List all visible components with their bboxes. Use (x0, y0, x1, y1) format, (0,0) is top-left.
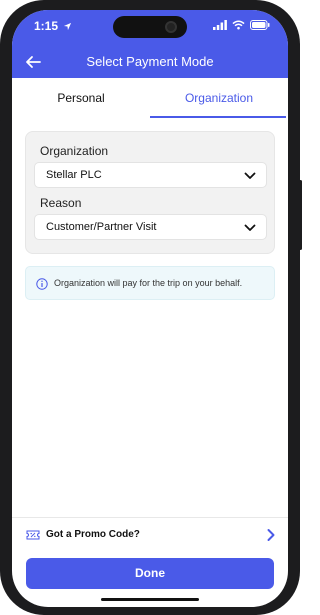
info-icon (36, 278, 48, 290)
screen: 1:15 Select Payment Mode Personal Organi… (12, 10, 288, 607)
organization-value: Stellar PLC (46, 169, 102, 181)
info-text: Organization will pay for the trip on yo… (54, 278, 243, 288)
divider (12, 517, 288, 518)
tab-organization[interactable]: Organization (150, 78, 288, 118)
tab-bar: Personal Organization (12, 78, 288, 118)
reason-select[interactable]: Customer/Partner Visit (34, 214, 267, 240)
info-banner: Organization will pay for the trip on yo… (25, 266, 275, 300)
chevron-down-icon (244, 224, 256, 231)
status-time: 1:15 (34, 19, 72, 33)
promo-code-label: Got a Promo Code? (46, 529, 140, 540)
wifi-icon (232, 20, 245, 30)
done-button[interactable]: Done (26, 558, 274, 589)
reason-label: Reason (40, 196, 82, 210)
nav-bar: Select Payment Mode (12, 46, 288, 78)
organization-select[interactable]: Stellar PLC (34, 162, 267, 188)
organization-label: Organization (40, 144, 109, 158)
signal-icon (213, 20, 227, 30)
tab-personal[interactable]: Personal (12, 78, 150, 118)
payment-form-card: Organization Stellar PLC Reason Customer… (25, 131, 275, 254)
chevron-right-icon (267, 529, 275, 541)
dynamic-island (113, 16, 187, 38)
chevron-down-icon (244, 172, 256, 179)
action-button (0, 120, 1, 142)
status-icons (213, 20, 270, 30)
active-tab-indicator (150, 116, 286, 118)
battery-icon (250, 20, 270, 30)
home-indicator (101, 598, 199, 601)
status-bar: 1:15 (12, 10, 288, 46)
page-title: Select Payment Mode (86, 54, 214, 69)
promo-code-row[interactable]: Got a Promo Code? (12, 525, 288, 547)
camera-icon (165, 21, 177, 33)
side-button (299, 180, 302, 250)
coupon-icon (26, 530, 40, 540)
location-arrow-icon (64, 22, 72, 31)
status-time-text: 1:15 (34, 19, 59, 33)
phone-frame: 1:15 Select Payment Mode Personal Organi… (0, 0, 302, 615)
volume-up-button (0, 160, 1, 202)
reason-value: Customer/Partner Visit (46, 221, 157, 233)
